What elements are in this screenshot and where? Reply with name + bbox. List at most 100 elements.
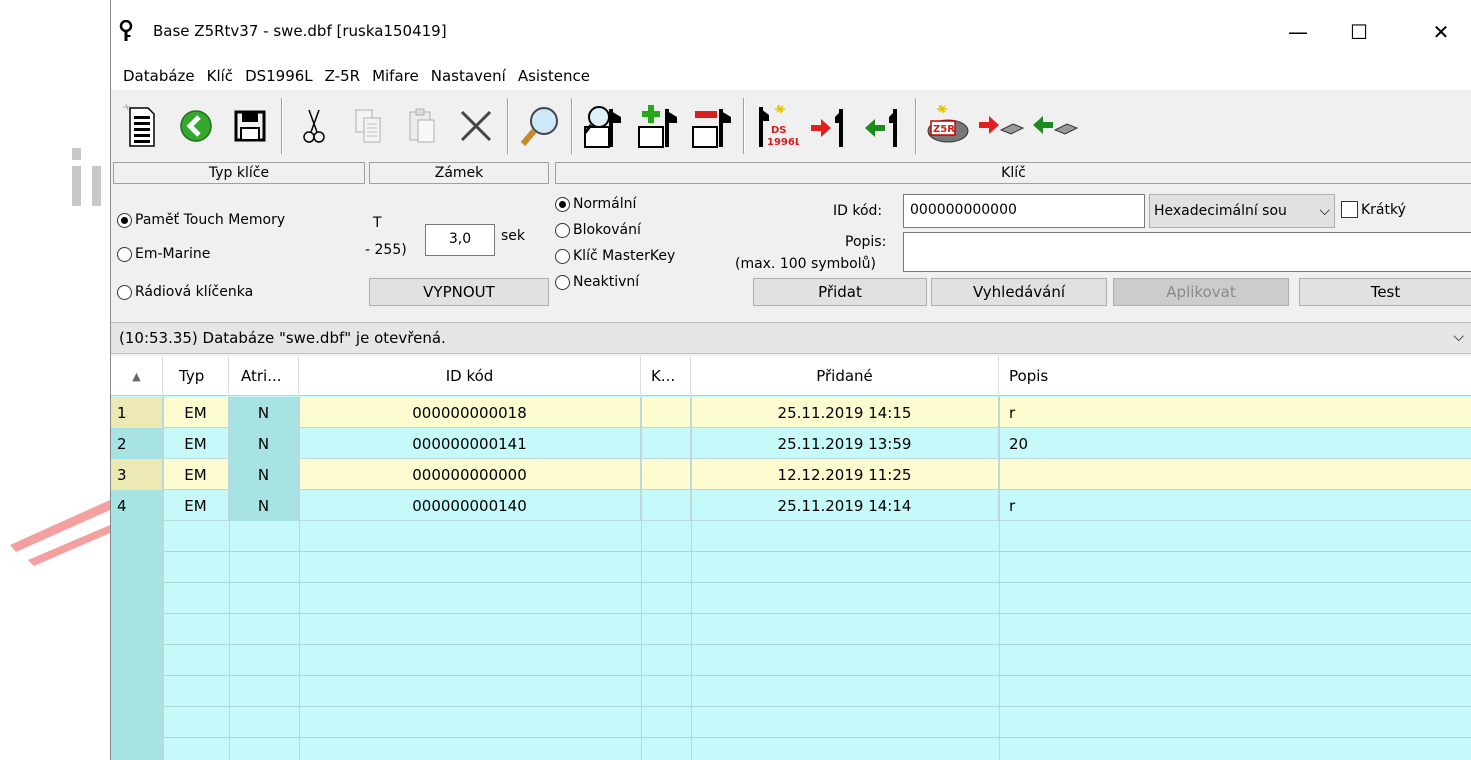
search-icon (520, 107, 558, 146)
key-read-button[interactable] (857, 96, 911, 156)
row-index: 2 (111, 428, 163, 459)
short-checkbox[interactable]: Krátký (1341, 201, 1406, 218)
radio-label: Blokování (573, 222, 641, 238)
status-text: (10:53.35) Databáze "swe.dbf" je otevřen… (119, 329, 446, 347)
radio-normalni[interactable]: Normální (555, 196, 636, 212)
z5r-button[interactable]: Z5R (921, 96, 975, 156)
ds1996l-icon: DS 1996L (759, 104, 799, 148)
column-header-typ[interactable]: Typ (163, 356, 229, 396)
menu-z5r[interactable]: Z-5R (319, 67, 366, 85)
popis-hint: (max. 100 symbolů) (735, 256, 876, 272)
chevron-down-icon[interactable]: ⌵ (1453, 329, 1464, 345)
radio-indicator (555, 196, 570, 212)
cell-id-kod: 000000000018 (299, 397, 641, 428)
radio-indicator (117, 246, 132, 262)
paste-button[interactable] (395, 96, 449, 156)
save-button[interactable] (223, 96, 277, 156)
empty-row (111, 676, 1471, 707)
vypnout-button[interactable]: VYPNOUT (369, 278, 549, 306)
radio-label: Paměť Touch Memory (135, 212, 286, 228)
add-button[interactable]: Přidat (753, 278, 927, 306)
menu-nastaveni[interactable]: Nastavení (425, 67, 512, 85)
table-row[interactable]: 4 EM N 000000000140 25.11.2019 14:14 r (111, 490, 1471, 521)
row-index (111, 552, 163, 583)
back-button[interactable] (169, 96, 223, 156)
section-klic: Klíč (555, 162, 1471, 184)
lock-time-input[interactable]: 3,0 (425, 224, 495, 256)
key-write-button[interactable] (803, 96, 857, 156)
cell-id-kod: 000000000141 (299, 428, 641, 459)
svg-text:1996L: 1996L (767, 137, 799, 148)
column-header-id-kod[interactable]: ID kód (299, 356, 641, 396)
radio-touch-memory[interactable]: Paměť Touch Memory (117, 212, 285, 228)
toolbar-separator (281, 98, 283, 154)
cell-popis: 20 (1009, 434, 1029, 453)
ds1996l-button[interactable]: DS 1996L (749, 96, 803, 156)
popis-input[interactable] (903, 232, 1471, 272)
column-header-popis[interactable]: Popis (999, 356, 1471, 396)
table-row[interactable]: 1 EM N 000000000018 25.11.2019 14:15 r (111, 397, 1471, 428)
column-header-atri[interactable]: Atri... (229, 356, 299, 396)
cell-typ: EM (163, 428, 229, 459)
lock-time-label: T (373, 215, 382, 231)
menu-klic[interactable]: Klíč (201, 67, 239, 85)
row-index: 3 (111, 459, 163, 490)
remove-key-button[interactable] (685, 96, 739, 156)
cell-popis: r (1009, 496, 1016, 515)
column-divider (299, 396, 300, 760)
new-button[interactable] (115, 96, 169, 156)
cut-button[interactable] (287, 96, 341, 156)
menu-mifare[interactable]: Mifare (366, 67, 425, 85)
radio-em-marine[interactable]: Em-Marine (117, 246, 210, 262)
column-header-pridane[interactable]: Přidané (691, 356, 999, 396)
radio-radio-keyfob[interactable]: Rádiová klíčenka (117, 284, 253, 300)
search-button[interactable] (513, 96, 567, 156)
menu-databaze[interactable]: Databáze (117, 67, 201, 85)
radio-masterkey[interactable]: Klíč MasterKey (555, 248, 675, 264)
chip-read-button[interactable] (1029, 96, 1083, 156)
close-button[interactable]: ✕ (1418, 12, 1464, 52)
empty-row (111, 707, 1471, 738)
column-header-k[interactable]: K... (641, 356, 691, 396)
cell-pridane: 25.11.2019 13:59 (691, 428, 999, 459)
section-typ-klice: Typ klíče (113, 162, 365, 184)
copy-icon (355, 109, 381, 143)
table-row[interactable]: 3 EM N 000000000000 12.12.2019 11:25 (111, 459, 1471, 490)
add-key-button[interactable] (631, 96, 685, 156)
menu-ds1996l[interactable]: DS1996L (239, 67, 319, 85)
cell-atri: N (229, 490, 299, 521)
empty-row (111, 583, 1471, 614)
maximize-button[interactable]: ☐ (1336, 12, 1382, 52)
add-key-icon (638, 105, 677, 148)
test-button[interactable]: Test (1299, 278, 1471, 306)
radio-indicator (555, 248, 570, 264)
menu-asistence[interactable]: Asistence (512, 67, 596, 85)
radio-label: Rádiová klíčenka (135, 284, 254, 300)
cell-atri: N (229, 397, 299, 428)
id-code-input[interactable]: 000000000000 (903, 194, 1145, 228)
format-selected: Hexadecimální sou (1154, 203, 1287, 219)
chip-write-button[interactable] (975, 96, 1029, 156)
window-title: Base Z5Rtv37 - swe.dbf [ruska150419] (153, 22, 447, 40)
cell-pridane: 25.11.2019 14:15 (691, 397, 999, 428)
row-index (111, 738, 163, 760)
radio-neaktivni[interactable]: Neaktivní (555, 274, 639, 290)
cell-k (641, 428, 691, 459)
format-select[interactable]: Hexadecimální sou ⌵ (1149, 194, 1335, 228)
row-index (111, 583, 163, 614)
copy-button[interactable] (341, 96, 395, 156)
radio-blokovani[interactable]: Blokování (555, 222, 641, 238)
empty-row (111, 521, 1471, 552)
status-bar[interactable]: (10:53.35) Databáze "swe.dbf" je otevřen… (111, 322, 1471, 354)
cell-k (641, 397, 691, 428)
minimize-button[interactable]: — (1275, 12, 1321, 52)
sort-indicator-header[interactable]: ▲ (111, 356, 163, 396)
empty-row (111, 738, 1471, 760)
remove-key-icon (692, 109, 731, 148)
delete-button[interactable] (449, 96, 503, 156)
apply-button[interactable]: Aplikovat (1113, 278, 1289, 306)
search-key-button[interactable]: Vyhledávání (931, 278, 1107, 306)
find-key-button[interactable] (577, 96, 631, 156)
find-key-icon (583, 106, 621, 148)
table-row[interactable]: 2 EM N 000000000141 25.11.2019 13:59 20 (111, 428, 1471, 459)
